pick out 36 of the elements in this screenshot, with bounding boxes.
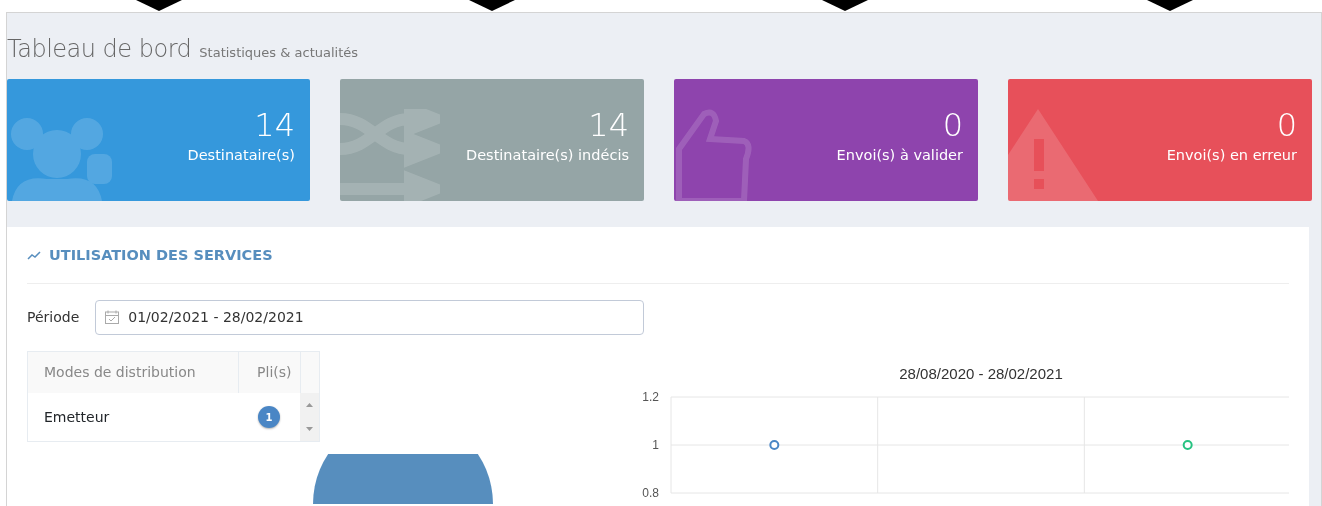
stat-label: Envoi(s) à valider bbox=[836, 146, 963, 165]
period-field[interactable]: 01/02/2021 - 28/02/2021 bbox=[95, 299, 645, 335]
data-point bbox=[1182, 439, 1193, 450]
stat-label: Envoi(s) en erreur bbox=[1166, 146, 1297, 165]
period-label: Période bbox=[27, 307, 80, 327]
count-badge: 1 bbox=[258, 406, 280, 429]
table-cell: Emetteur bbox=[44, 408, 110, 425]
column-header: Modes de distribution bbox=[27, 351, 238, 394]
chart-title: 28/08/2020 - 28/02/2021 bbox=[899, 364, 1063, 382]
stat-label: Destinataire(s) indécis bbox=[466, 146, 629, 165]
warning-icon bbox=[1008, 109, 1098, 201]
y-tick-label: 0.8 bbox=[642, 485, 659, 500]
trend-line-icon bbox=[27, 250, 41, 261]
stat-card[interactable]: 0 Envoi(s) en erreur bbox=[1008, 79, 1312, 201]
page-subtitle: Statistiques & actualités bbox=[199, 44, 359, 62]
pointer-arrow-icon bbox=[1147, 0, 1193, 11]
thumb-icon bbox=[674, 109, 754, 201]
stat-label: Destinataire(s) bbox=[187, 146, 295, 165]
calendar-icon bbox=[104, 309, 121, 326]
stat-card[interactable]: 14 Destinataire(s) bbox=[7, 79, 310, 201]
stat-value: 0 bbox=[941, 109, 963, 141]
data-point bbox=[769, 439, 780, 450]
y-tick-label: 1 bbox=[652, 437, 659, 452]
stat-card[interactable]: 14 Destinataire(s) indécis bbox=[340, 79, 644, 201]
shuffle-icon bbox=[340, 109, 440, 201]
pointer-arrow-icon bbox=[822, 0, 868, 11]
stat-value: 14 bbox=[253, 109, 295, 141]
pointer-arrow-icon bbox=[469, 0, 515, 11]
panel-title: UTILISATION DES SERVICES bbox=[49, 246, 273, 265]
stat-value: 0 bbox=[1275, 109, 1297, 141]
y-tick-label: 1.2 bbox=[642, 389, 659, 404]
column-header: Pli(s) bbox=[238, 351, 300, 394]
pointer-arrow-icon bbox=[136, 0, 182, 11]
stat-value: 14 bbox=[587, 109, 629, 141]
page-title: Tableau de bord bbox=[7, 34, 192, 65]
stat-card[interactable]: 0 Envoi(s) à valider bbox=[674, 79, 978, 201]
